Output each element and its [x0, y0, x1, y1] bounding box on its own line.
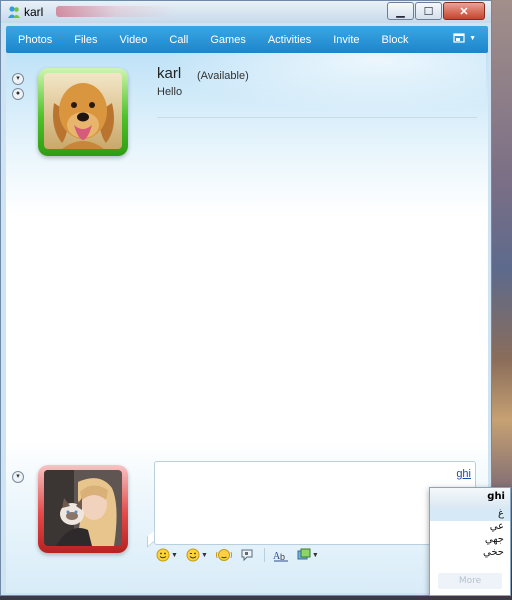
input-toolbar: ▼ ▼ A b ▼: [156, 544, 476, 566]
collapse-contact-button[interactable]: ▾: [12, 73, 24, 85]
contact-avatar: [44, 73, 122, 149]
menu-call[interactable]: Call: [169, 34, 188, 46]
toolbar-separator: [263, 548, 265, 562]
taskbar-edge: [0, 596, 512, 600]
ime-candidate[interactable]: غ: [430, 508, 510, 521]
menu-activities[interactable]: Activities: [268, 34, 311, 46]
layout-icon: [453, 33, 465, 43]
ime-candidate[interactable]: عي: [430, 521, 510, 534]
menu-invite[interactable]: Invite: [333, 34, 359, 46]
caption-buttons: ▁ ☐ ✕: [386, 2, 485, 20]
voice-clip-button[interactable]: [240, 548, 254, 562]
contact-avatar-frame[interactable]: [38, 68, 128, 156]
voice-clip-icon: [241, 549, 253, 562]
wink-icon: [186, 548, 200, 562]
menu-files[interactable]: Files: [74, 34, 97, 46]
my-avatar-frame[interactable]: [38, 465, 128, 553]
title-bar[interactable]: karl ▁ ☐ ✕: [1, 1, 491, 23]
chevron-down-icon: ▼: [311, 551, 319, 559]
ime-candidate[interactable]: جهي: [430, 534, 510, 547]
menu-photos[interactable]: Photos: [18, 34, 52, 46]
ime-more-button[interactable]: More: [438, 573, 502, 589]
menu-video[interactable]: Video: [119, 34, 147, 46]
background-button[interactable]: ▼: [297, 548, 319, 562]
contact-personal-message: Hello: [157, 86, 183, 98]
ime-candidate[interactable]: حخي: [430, 547, 510, 560]
message-input[interactable]: ghi: [154, 461, 476, 545]
contact-name: karl: [157, 65, 182, 82]
chevron-down-icon: ▼: [171, 551, 178, 559]
maximize-button[interactable]: ☐: [415, 2, 442, 20]
wink-button[interactable]: ▼: [186, 548, 208, 562]
contact-status: (Available): [197, 70, 249, 82]
font-icon: A b: [273, 551, 288, 562]
my-avatar: [44, 470, 122, 546]
window-title: karl: [24, 5, 44, 19]
ime-candidate-list: ghi غ عي جهي حخي More: [429, 487, 511, 596]
chevron-down-icon: ▼: [469, 34, 476, 42]
emoticon-icon: [156, 548, 170, 562]
conversation-pane: ▾ ● karl (Available) Hello ▾ ghi ▼ ▼ A b…: [6, 53, 488, 593]
layout-menu-button[interactable]: ▼: [453, 32, 476, 44]
font-button[interactable]: A b: [273, 548, 289, 562]
typed-text: ghi: [456, 468, 471, 480]
nudge-icon: [215, 549, 232, 561]
messenger-buddy-icon: [8, 6, 20, 18]
ime-composition: ghi: [430, 488, 510, 508]
minimize-button[interactable]: ▁: [387, 2, 414, 20]
collapse-my-picture-button[interactable]: ▾: [12, 471, 24, 483]
menu-games[interactable]: Games: [210, 34, 245, 46]
header-divider: [157, 117, 477, 118]
emoticon-button[interactable]: ▼: [156, 548, 178, 562]
background-icon: [297, 548, 311, 560]
nudge-button[interactable]: [215, 548, 232, 562]
close-button[interactable]: ✕: [443, 2, 485, 20]
conversation-window: karl ▁ ☐ ✕ Photos Files Video Call Games…: [0, 0, 492, 596]
contact-info-button[interactable]: ●: [12, 88, 24, 100]
chevron-down-icon: ▼: [200, 551, 208, 559]
menu-bar: Photos Files Video Call Games Activities…: [6, 26, 488, 53]
menu-block[interactable]: Block: [382, 34, 409, 46]
title-blur: [56, 6, 176, 17]
